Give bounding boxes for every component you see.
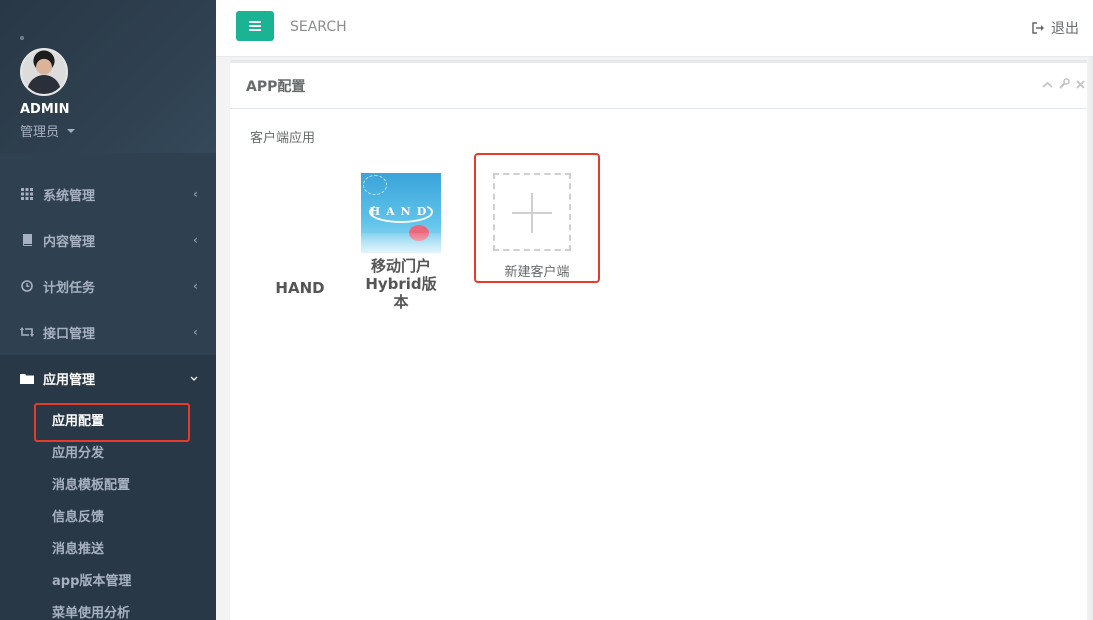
- chevron-left-icon: ‹: [193, 233, 198, 247]
- retweet-icon: [20, 325, 34, 339]
- panel-title: APP配置: [246, 78, 306, 95]
- chevron-down-icon: [190, 371, 198, 385]
- profile-role: 管理员: [20, 125, 60, 140]
- caret-down-icon: [67, 128, 76, 133]
- submenu-item-menu-analytics[interactable]: 菜单使用分析: [0, 595, 216, 620]
- sidebar-item-schedule[interactable]: 计划任务 ‹: [0, 263, 216, 309]
- app-card-mobile-portal[interactable]: HAND 移动门户 Hybrid版本: [360, 173, 442, 311]
- client-app-list: HAND HAND 移动门户 Hybrid版本 新建客户端: [260, 153, 600, 311]
- submenu-item-app-version[interactable]: app版本管理: [0, 563, 216, 595]
- new-client-label: 新建客户端: [504, 265, 570, 280]
- panel-header: APP配置: [230, 63, 1093, 109]
- profile-header: ADMIN 管理员: [0, 0, 216, 153]
- panel-tools: [1042, 78, 1085, 92]
- hamburger-icon: [249, 21, 261, 31]
- scrollbar[interactable]: [1087, 57, 1093, 620]
- submenu-item-app-config[interactable]: 应用配置: [0, 403, 216, 442]
- submenu-app-management: 应用配置 应用分发 消息模板配置 信息反馈 消息推送 app版本管理 菜单使用分…: [0, 401, 216, 620]
- sign-out-icon: [1032, 22, 1045, 34]
- app-name-line2: Hybrid版本: [365, 275, 437, 311]
- sidebar-item-interface[interactable]: 接口管理 ‹: [0, 309, 216, 355]
- book-icon: [20, 233, 34, 247]
- submenu-item-app-distribution[interactable]: 应用分发: [0, 435, 216, 467]
- sidebar-item-app-management[interactable]: 应用管理: [0, 355, 216, 401]
- top-navbar: 退出: [216, 0, 1093, 57]
- chevron-left-icon: ‹: [193, 187, 198, 201]
- sidebar-item-label: 内容管理: [43, 234, 96, 250]
- app-logo: HAND: [361, 173, 441, 253]
- submenu-item-push[interactable]: 消息推送: [0, 531, 216, 563]
- sidebar-item-label: 计划任务: [43, 280, 96, 296]
- section-label: 客户端应用: [250, 131, 316, 146]
- sidebar-item-label: 系统管理: [43, 188, 96, 204]
- sidebar-menu: 系统管理 ‹ 内容管理 ‹ 计划任务 ‹ 接口管理 ‹ 应用管理: [0, 171, 216, 401]
- close-icon[interactable]: [1076, 78, 1085, 92]
- app-name-line1: 移动门户: [370, 257, 431, 275]
- chevron-left-icon: ‹: [193, 325, 198, 339]
- sidebar: ADMIN 管理员 系统管理 ‹ 内容管理 ‹ 计划任务 ‹ 接口管理 ‹ 应用…: [0, 0, 216, 620]
- profile-role-dropdown[interactable]: 管理员: [20, 121, 76, 140]
- chevron-left-icon: ‹: [193, 279, 198, 293]
- submenu-item-message-template[interactable]: 消息模板配置: [0, 467, 216, 499]
- new-client-button[interactable]: 新建客户端: [474, 153, 600, 283]
- logout-button[interactable]: 退出: [1032, 18, 1079, 38]
- app-name: HAND: [275, 279, 325, 297]
- collapse-icon[interactable]: [1042, 78, 1053, 92]
- clock-icon: [20, 279, 34, 293]
- avatar[interactable]: [20, 48, 68, 96]
- sidebar-toggle-button[interactable]: [236, 11, 274, 41]
- profile-name: ADMIN: [20, 102, 70, 117]
- add-client-placeholder: [493, 173, 571, 251]
- sidebar-item-system[interactable]: 系统管理 ‹: [0, 171, 216, 217]
- main-content: APP配置 客户端应用 HAND HAND 移动门户 Hybrid版本 新建客户…: [216, 57, 1093, 620]
- sidebar-item-content[interactable]: 内容管理 ‹: [0, 217, 216, 263]
- app-logo-text: HAND: [369, 205, 433, 218]
- wrench-icon[interactable]: [1059, 78, 1070, 92]
- panel-body: 客户端应用: [230, 109, 1093, 164]
- logout-label: 退出: [1051, 21, 1079, 37]
- submenu-item-feedback[interactable]: 信息反馈: [0, 499, 216, 531]
- sidebar-item-label: 应用管理: [43, 372, 96, 388]
- search-input[interactable]: [290, 17, 490, 37]
- sidebar-item-label: 接口管理: [43, 326, 96, 342]
- folder-icon: [20, 371, 34, 385]
- app-card-hand[interactable]: HAND: [260, 279, 340, 297]
- app-config-panel: APP配置 客户端应用 HAND HAND 移动门户 Hybrid版本 新建客户…: [230, 60, 1093, 620]
- grid-icon: [20, 187, 34, 201]
- status-dot: [20, 36, 24, 40]
